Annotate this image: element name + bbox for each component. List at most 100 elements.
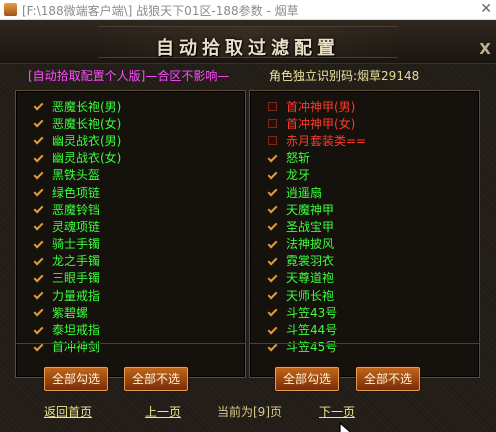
filter-item[interactable]: 泰坦戒指: [34, 321, 121, 338]
prev-page-link[interactable]: 上一页: [145, 403, 181, 420]
filter-item[interactable]: 首冲神甲(男): [268, 98, 366, 115]
checked-checkbox-icon[interactable]: [34, 343, 43, 352]
unchecked-checkbox-icon[interactable]: [268, 136, 277, 146]
panel-divider: [16, 343, 245, 344]
checked-checkbox-icon[interactable]: [34, 326, 43, 335]
checked-checkbox-icon[interactable]: [34, 136, 43, 145]
filter-item[interactable]: 恶魔铃铛: [34, 201, 121, 218]
left-item-list: 恶魔长袍(男) 恶魔长袍(女) 幽灵战衣(男) 幽灵战衣(女) 黑铁头盔 绿色项链恶魔铃铛…: [34, 98, 121, 356]
filter-item-label: 龙牙: [286, 168, 311, 183]
checked-checkbox-icon[interactable]: [268, 274, 277, 283]
checked-checkbox-icon[interactable]: [34, 240, 43, 249]
current-page-indicator: 当前为[9]页: [217, 405, 282, 419]
right-item-list: 首冲神甲(男) 首冲神甲(女) 赤月套装类== 怒斩龙牙逍遥扇 天魔神甲 圣战宝甲法神披风…: [268, 98, 366, 356]
checked-checkbox-icon[interactable]: [34, 291, 43, 300]
dialog-title: 自动拾取过滤配置: [156, 38, 340, 59]
left-select-all-button[interactable]: 全部勾选: [44, 367, 108, 391]
filter-item[interactable]: 紫碧螺: [34, 304, 121, 321]
filter-item-label: 赤月套装类==: [286, 133, 367, 148]
mouse-cursor-icon: [339, 422, 352, 432]
checked-checkbox-icon[interactable]: [268, 343, 277, 352]
filter-item[interactable]: 怒斩: [268, 150, 366, 167]
role-code: 角色独立识别码:烟草29148: [269, 67, 419, 84]
checked-checkbox-icon[interactable]: [268, 240, 277, 249]
checked-checkbox-icon[interactable]: [34, 222, 43, 231]
filter-item[interactable]: 首冲神剑: [34, 339, 121, 356]
filter-item-label: 天尊道袍: [286, 271, 335, 286]
filter-item[interactable]: 灵魂项链: [34, 218, 121, 235]
filter-item-label: 恶魔铃铛: [52, 202, 101, 217]
filter-item[interactable]: 恶魔长袍(男): [34, 98, 121, 115]
home-page-link[interactable]: 返回首页: [44, 403, 92, 420]
filter-item[interactable]: 绿色项链: [34, 184, 121, 201]
filter-item[interactable]: 霓裳羽衣: [268, 253, 366, 270]
filter-item[interactable]: 斗笠43号: [268, 304, 366, 321]
filter-item[interactable]: 龙牙: [268, 167, 366, 184]
checked-checkbox-icon[interactable]: [34, 102, 43, 111]
panel-divider: [250, 343, 479, 344]
filter-item-label: 幽灵战衣(女): [52, 151, 122, 166]
checked-checkbox-icon[interactable]: [34, 205, 43, 214]
filter-item[interactable]: 骑士手镯: [34, 236, 121, 253]
checked-checkbox-icon[interactable]: [34, 154, 43, 163]
filter-item[interactable]: 幽灵战衣(女): [34, 150, 121, 167]
filter-item[interactable]: 斗笠45号: [268, 339, 366, 356]
checked-checkbox-icon[interactable]: [34, 119, 43, 128]
checked-checkbox-icon[interactable]: [268, 291, 277, 300]
filter-item[interactable]: 圣战宝甲: [268, 218, 366, 235]
filter-item[interactable]: 黑铁头盔: [34, 167, 121, 184]
window-title: [F:\188微端客户端\] 战狼天下01区-188参数 - 烟草: [22, 4, 299, 18]
right-select-all-button[interactable]: 全部勾选: [275, 367, 339, 391]
close-icon[interactable]: X: [477, 40, 493, 58]
unchecked-checkbox-icon[interactable]: [268, 119, 277, 129]
checked-checkbox-icon[interactable]: [34, 188, 43, 197]
checked-checkbox-icon[interactable]: [34, 257, 43, 266]
unchecked-checkbox-icon[interactable]: [268, 102, 277, 112]
filter-item[interactable]: 力量戒指: [34, 287, 121, 304]
filter-item[interactable]: 龙之手镯: [34, 253, 121, 270]
filter-item[interactable]: 幽灵战衣(男): [34, 132, 121, 149]
filter-item-label: 恶魔长袍(男): [52, 99, 122, 114]
filter-item-label: 首冲神甲(男): [286, 99, 356, 114]
checked-checkbox-icon[interactable]: [268, 308, 277, 317]
filter-item[interactable]: 天尊道袍: [268, 270, 366, 287]
checked-checkbox-icon[interactable]: [268, 171, 277, 180]
checked-checkbox-icon[interactable]: [268, 326, 277, 335]
right-select-none-button[interactable]: 全部不选: [356, 367, 420, 391]
left-select-none-button[interactable]: 全部不选: [124, 367, 188, 391]
checked-checkbox-icon[interactable]: [268, 154, 277, 163]
filter-item[interactable]: 天师长袍: [268, 287, 366, 304]
checked-checkbox-icon[interactable]: [268, 222, 277, 231]
filter-item-label: 骑士手镯: [52, 237, 101, 252]
filter-item-label: 斗笠44号: [286, 323, 338, 338]
filter-item[interactable]: 恶魔长袍(女): [34, 115, 121, 132]
checked-checkbox-icon[interactable]: [268, 205, 277, 214]
os-close-icon[interactable]: ✕: [480, 1, 492, 17]
checked-checkbox-icon[interactable]: [34, 171, 43, 180]
filter-item-label: 圣战宝甲: [286, 219, 335, 234]
filter-item[interactable]: 三眼手镯: [34, 270, 121, 287]
filter-item-label: 怒斩: [286, 151, 311, 166]
filter-item-label: 幽灵战衣(男): [52, 133, 122, 148]
filter-item[interactable]: 天魔神甲: [268, 201, 366, 218]
filter-item[interactable]: 逍遥扇: [268, 184, 366, 201]
checked-checkbox-icon[interactable]: [34, 308, 43, 317]
filter-item-label: 逍遥扇: [286, 185, 323, 200]
filter-item[interactable]: 法神披风: [268, 236, 366, 253]
filter-item-label: 紫碧螺: [52, 305, 89, 320]
filter-item-label: 恶魔长袍(女): [52, 116, 122, 131]
filter-item[interactable]: 斗笠44号: [268, 321, 366, 338]
checked-checkbox-icon[interactable]: [34, 274, 43, 283]
filter-item[interactable]: 首冲神甲(女): [268, 115, 366, 132]
checked-checkbox-icon[interactable]: [268, 257, 277, 266]
role-code-label: 角色独立识别码:: [269, 69, 358, 83]
filter-item[interactable]: 赤月套装类==: [268, 132, 366, 149]
next-page-link[interactable]: 下一页: [319, 403, 355, 420]
role-code-value: 烟草29148: [357, 69, 420, 83]
filter-config-dialog: 自动拾取过滤配置 X [自动拾取配置个人版]—合区不影响— 角色独立识别码:烟草…: [0, 20, 496, 432]
right-filter-panel: 首冲神甲(男) 首冲神甲(女) 赤月套装类== 怒斩龙牙逍遥扇 天魔神甲 圣战宝甲法神披风…: [249, 90, 480, 391]
checked-checkbox-icon[interactable]: [268, 188, 277, 197]
filter-item-label: 龙之手镯: [52, 254, 101, 269]
filter-item-label: 绿色项链: [52, 185, 101, 200]
filter-item-label: 首冲神甲(女): [286, 116, 356, 131]
